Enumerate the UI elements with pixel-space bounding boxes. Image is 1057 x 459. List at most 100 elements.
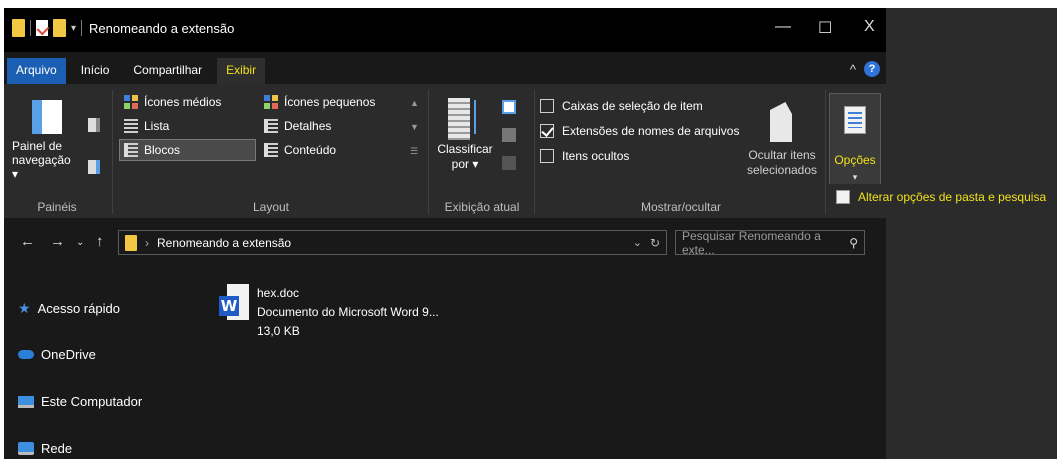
forward-button[interactable]: → [50,233,65,250]
tiles-icon [124,143,138,157]
options-icon-lines [848,112,862,128]
nav-item-label: Rede [41,441,73,456]
add-columns-icon[interactable] [502,128,516,142]
folder-options-label: Alterar opções de pasta e pesquisa [858,190,1047,204]
folder-options-menu-item[interactable]: Alterar opções de pasta e pesquisa [828,184,1057,210]
tab-arquivo[interactable]: Arquivo [7,58,66,84]
address-dropdown-chevron-icon[interactable]: ⌄ [633,236,642,249]
content-icon [264,143,278,157]
group-paineis: Painel de navegação ▾ Painéis [4,88,110,216]
nav-item-label: Acesso rápido [37,301,120,316]
collapse-ribbon-chevron-icon[interactable]: ^ [850,62,856,77]
file-size: 13,0 KB [257,324,300,338]
options-label: Opções [834,153,876,167]
computer-icon [18,395,34,408]
address-row: ← → ⌄ ↑ › Renomeando a extensão ⌄ ↻ Pesq… [4,226,886,258]
group-exibicao-atual: Classificar por ▾ Exibição atual [432,88,532,216]
layout-scroll-down-icon[interactable]: ▼ [410,122,419,132]
checkbox-label: Itens ocultos [562,149,630,163]
navigation-pane-icon [32,100,62,134]
checkbox-label: Extensões de nomes de arquivos [562,124,740,138]
layout-list[interactable]: Lista [120,116,255,136]
nav-item-this-pc[interactable]: Este Computador [18,394,142,409]
minimize-button[interactable]: — [775,18,791,36]
sort-by-button[interactable]: Classificar por ▾ [436,94,494,180]
medium-icons-icon [124,95,138,109]
network-icon [18,442,34,455]
close-button[interactable]: X [864,18,875,36]
layout-scroll-up-icon[interactable]: ▲ [410,98,419,108]
hide-selected-icon [770,102,792,142]
new-folder-icon[interactable] [53,19,66,37]
breadcrumb-separator-icon: › [145,235,149,250]
sort-by-label: Classificar [437,142,493,156]
navigation-pane-label: Painel de [12,139,63,153]
star-icon: ★ [18,300,31,316]
details-icon [264,119,278,133]
nav-item-label: Este Computador [41,394,143,409]
file-extensions-toggle[interactable]: Extensões de nomes de arquivos [540,124,739,138]
navigation-pane-button[interactable]: Painel de navegação ▾ [12,96,72,181]
layout-small-icons[interactable]: Ícones pequenos [260,92,400,112]
hidden-items-toggle[interactable]: Itens ocultos [540,149,629,163]
group-layout: Ícones médios Ícones pequenos Lista Deta… [118,88,424,216]
back-button[interactable]: ← [20,233,35,250]
item-checkboxes-toggle[interactable]: Caixas de seleção de item [540,99,703,113]
file-name: hex.doc [257,286,300,300]
ribbon-tabs: Arquivo Início Compartilhar Exibir [4,58,266,84]
background-panel [886,8,1057,459]
maximize-button[interactable]: ☐ [818,18,832,38]
group-by-icon[interactable] [502,100,516,114]
file-extensions-checkbox[interactable] [540,124,554,138]
sort-by-label-2: por ▾ [451,157,479,171]
layout-item-label: Lista [144,119,170,133]
layout-details[interactable]: Detalhes [260,116,400,136]
layout-item-label: Detalhes [284,119,332,133]
breadcrumb-path[interactable]: Renomeando a extensão [157,236,291,250]
group-label-mostrar-ocultar: Mostrar/ocultar [640,200,722,214]
details-pane-icon[interactable] [88,160,100,174]
layout-content[interactable]: Conteúdo [260,140,400,160]
nav-item-network[interactable]: Rede [18,441,72,456]
nav-item-quick-access[interactable]: ★ Acesso rápido [18,300,120,317]
small-icons-icon [264,95,278,109]
customize-qat-chevron-icon[interactable]: ▾ [71,23,76,34]
separator [81,20,83,36]
search-input[interactable]: Pesquisar Renomeando a exte... ⚲ [675,229,865,257]
ribbon-controls: ^ ? [850,61,880,77]
group-separator [112,90,113,214]
help-icon[interactable]: ? [864,61,880,77]
file-item[interactable]: W hex.doc Documento do Microsoft Word 9.… [219,284,439,341]
quick-access-toolbar: ▾ Renomeando a extensão [12,19,234,37]
group-label-layout: Layout [252,200,290,214]
search-icon: ⚲ [849,235,858,250]
hide-selected-label-2: selecionados [746,163,818,177]
group-separator [428,90,429,214]
group-separator [534,90,535,214]
cloud-icon [18,350,34,359]
hide-selected-button[interactable]: Ocultar itens selecionados [742,98,822,188]
preview-pane-icon[interactable] [88,118,100,132]
address-bar[interactable]: › Renomeando a extensão ⌄ ↻ [118,230,667,255]
layout-item-label: Blocos [144,143,181,157]
tab-inicio[interactable]: Início [72,58,119,84]
options-chevron-icon: ▾ [852,172,858,182]
tab-compartilhar[interactable]: Compartilhar [124,58,211,84]
nav-item-onedrive[interactable]: OneDrive [18,347,96,362]
hidden-items-checkbox[interactable] [540,149,554,163]
up-button[interactable]: ↑ [96,233,104,250]
properties-icon[interactable] [36,20,48,36]
layout-tiles[interactable]: Blocos [119,139,256,161]
size-columns-icon[interactable] [502,156,516,170]
tab-exibir[interactable]: Exibir [217,58,266,84]
refresh-icon[interactable]: ↻ [650,236,660,250]
layout-medium-icons[interactable]: Ícones médios [120,92,255,112]
word-document-icon: W [219,284,249,324]
group-label-paineis: Painéis [37,200,77,214]
layout-expand-icon[interactable]: ☰ [410,146,418,157]
folder-icon [125,234,137,251]
window-title: Renomeando a extensão [89,20,235,36]
item-checkboxes-checkbox[interactable] [540,99,554,113]
recent-locations-chevron-icon[interactable]: ⌄ [76,237,84,248]
options-button[interactable]: Opções ▾ [829,93,881,192]
